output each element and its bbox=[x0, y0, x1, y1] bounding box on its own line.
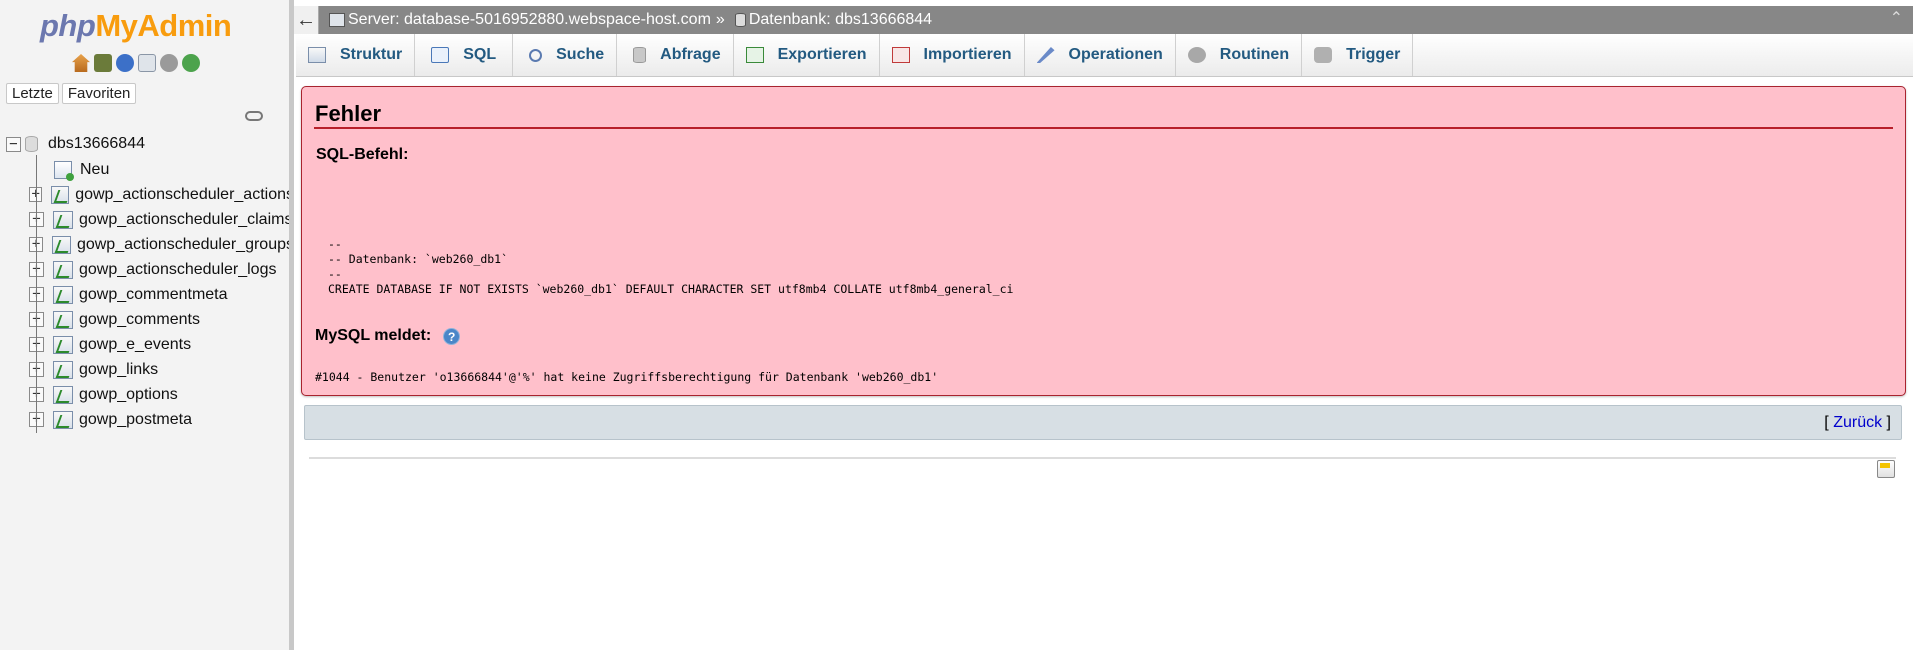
help-icon[interactable] bbox=[116, 54, 134, 72]
table-icon[interactable] bbox=[53, 260, 73, 279]
tree-table-row[interactable]: + gowp_comments bbox=[0, 307, 289, 332]
tab-importieren[interactable]: Importieren bbox=[879, 34, 1025, 76]
breadcrumb-separator: » bbox=[715, 11, 725, 28]
tree-table-name[interactable]: gowp_postmeta bbox=[79, 411, 192, 429]
tree-database-row[interactable]: − dbs13666844 bbox=[0, 131, 289, 157]
reload-icon[interactable] bbox=[182, 54, 200, 72]
table-icon[interactable] bbox=[53, 210, 73, 229]
export-icon bbox=[745, 47, 764, 63]
routines-icon bbox=[1187, 47, 1206, 63]
link-with-main-panel-icon[interactable] bbox=[245, 111, 263, 121]
sql-icon bbox=[431, 47, 450, 63]
collapse-icon[interactable]: − bbox=[6, 136, 21, 152]
tab-routinen[interactable]: Routinen bbox=[1175, 34, 1303, 76]
breadcrumb: ← Server: database-5016952880.webspace-h… bbox=[294, 6, 1913, 34]
tree-table-row[interactable]: + gowp_postmeta bbox=[0, 407, 289, 432]
tree-table-row[interactable]: + gowp_links bbox=[0, 357, 289, 382]
tree-table-name[interactable]: gowp_actionscheduler_logs bbox=[79, 261, 276, 279]
sql-command-label: SQL-Befehl: bbox=[316, 146, 409, 163]
tab-sql[interactable]: SQL bbox=[415, 34, 514, 76]
error-divider bbox=[314, 127, 1893, 129]
tree-table-name[interactable]: gowp_e_events bbox=[79, 336, 191, 354]
help-icon[interactable]: ? bbox=[443, 327, 461, 345]
tree-database-name[interactable]: dbs13666844 bbox=[48, 135, 145, 153]
tree-table-name[interactable]: gowp_actionscheduler_actions bbox=[75, 186, 289, 204]
console-icon[interactable] bbox=[1877, 460, 1895, 478]
tree-table-name[interactable]: gowp_comments bbox=[79, 311, 200, 329]
tree-table-name[interactable]: gowp_commentmeta bbox=[79, 286, 228, 304]
settings-icon[interactable] bbox=[160, 54, 178, 72]
server-icon bbox=[329, 13, 345, 27]
wrench-icon bbox=[1036, 47, 1055, 63]
collapse-topbar-icon[interactable]: ⌃ bbox=[1890, 8, 1903, 28]
tree-new-label[interactable]: Neu bbox=[80, 161, 109, 179]
breadcrumb-database[interactable]: Datenbank: dbs13666844 bbox=[749, 11, 932, 29]
sql-command-code: -- -- Datenbank: `web260_db1` -- CREATE … bbox=[328, 237, 1014, 296]
import-icon bbox=[891, 47, 910, 63]
tree-table-row[interactable]: + gowp_e_events bbox=[0, 332, 289, 357]
table-icon[interactable] bbox=[53, 385, 73, 404]
docs-icon[interactable] bbox=[138, 54, 156, 72]
table-icon[interactable] bbox=[53, 335, 73, 354]
error-message-box: Fehler SQL-Befehl: -- -- Datenbank: `web… bbox=[301, 86, 1906, 396]
tree-table-name[interactable]: gowp_options bbox=[79, 386, 178, 404]
query-icon bbox=[633, 47, 647, 63]
tree-connector-line bbox=[36, 155, 37, 433]
phpmyadmin-logo[interactable]: phpMyAdmin bbox=[40, 8, 232, 44]
tree-table-name[interactable]: gowp_actionscheduler_claims bbox=[79, 211, 289, 229]
table-icon[interactable] bbox=[52, 235, 71, 254]
structure-icon bbox=[308, 47, 326, 63]
tree-table-row[interactable]: + gowp_options bbox=[0, 382, 289, 407]
recent-tables-button[interactable]: Letzte bbox=[6, 83, 59, 104]
divider bbox=[309, 457, 1896, 459]
tab-trigger[interactable]: Trigger bbox=[1302, 34, 1414, 76]
tree-table-row[interactable]: + gowp_actionscheduler_claims bbox=[0, 207, 289, 232]
table-icon[interactable] bbox=[53, 285, 73, 304]
back-arrow-button[interactable]: ← bbox=[294, 6, 319, 34]
navigation-panel: phpMyAdmin Letzte Favoriten − dbs1366684… bbox=[0, 0, 294, 650]
database-tree: − dbs13666844 Neu + gowp_actionscheduler… bbox=[0, 131, 289, 432]
favorite-tables-button[interactable]: Favoriten bbox=[61, 83, 137, 104]
new-table-icon bbox=[54, 160, 74, 181]
tab-exportieren[interactable]: Exportieren bbox=[733, 34, 880, 76]
mysql-error-message: #1044 - Benutzer 'o13666844'@'%' hat kei… bbox=[315, 370, 939, 384]
search-icon bbox=[529, 48, 543, 62]
table-icon[interactable] bbox=[53, 310, 73, 329]
table-icon[interactable] bbox=[51, 185, 70, 204]
tree-table-name[interactable]: gowp_links bbox=[79, 361, 158, 379]
back-link[interactable]: Zurück bbox=[1833, 414, 1882, 431]
breadcrumb-server[interactable]: Server: database-5016952880.webspace-hos… bbox=[348, 11, 711, 29]
back-link-container: [ Zurück ] bbox=[1824, 414, 1891, 431]
tree-table-row[interactable]: + gowp_actionscheduler_groups bbox=[0, 232, 289, 257]
table-icon[interactable] bbox=[53, 410, 73, 429]
tab-abfrage[interactable]: Abfrage bbox=[617, 34, 734, 76]
tab-suche[interactable]: Suche bbox=[513, 34, 618, 76]
tree-new-table-row[interactable]: Neu bbox=[0, 157, 289, 182]
error-title: Fehler bbox=[315, 101, 382, 126]
mysql-response-label: MySQL meldet: ? bbox=[315, 327, 461, 345]
database-icon bbox=[734, 13, 746, 27]
tree-table-row[interactable]: + gowp_commentmeta bbox=[0, 282, 289, 307]
tab-struktur[interactable]: Struktur bbox=[296, 34, 416, 76]
tree-table-name[interactable]: gowp_actionscheduler_groups bbox=[77, 236, 289, 254]
tree-table-row[interactable]: + gowp_actionscheduler_actions bbox=[0, 182, 289, 207]
recent-favorites-tabs: Letzte Favoriten bbox=[6, 83, 137, 104]
home-icon[interactable] bbox=[72, 54, 90, 72]
trigger-icon bbox=[1314, 47, 1333, 63]
tree-table-row[interactable]: + gowp_actionscheduler_logs bbox=[0, 257, 289, 282]
exit-icon[interactable] bbox=[94, 54, 112, 72]
table-icon[interactable] bbox=[53, 360, 73, 379]
tab-operationen[interactable]: Operationen bbox=[1024, 34, 1176, 76]
back-navigation-bar: [ Zurück ] bbox=[304, 405, 1902, 440]
nav-icon-bar bbox=[72, 54, 200, 72]
database-icon bbox=[25, 136, 38, 152]
main-tabs: Struktur SQL Suche Abfrage Exportieren I… bbox=[296, 34, 1913, 77]
